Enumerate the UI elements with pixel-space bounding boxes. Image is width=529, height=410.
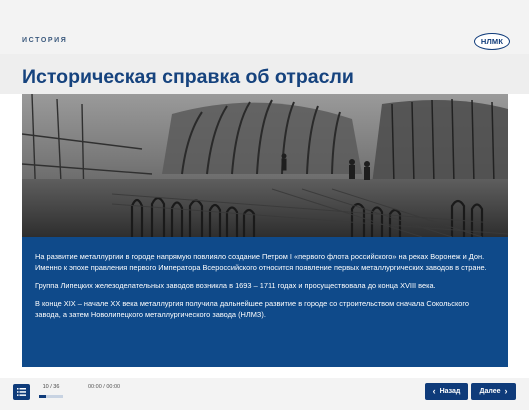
header-bar xyxy=(0,0,529,54)
text-panel: На развитие металлургии в городе напряму… xyxy=(22,237,508,367)
back-button-label: Назад xyxy=(439,388,461,395)
paragraph-2: Группа Липецких железоделательных заводо… xyxy=(35,281,436,290)
next-button-label: Далее xyxy=(479,388,501,395)
back-button[interactable]: ‹ Назад xyxy=(425,383,468,400)
menu-button[interactable] xyxy=(13,384,30,400)
chevron-left-icon: ‹ xyxy=(432,386,436,396)
next-button[interactable]: Далее › xyxy=(471,383,516,400)
logo-text: НЛМК xyxy=(480,37,504,46)
progress-label: 10 / 36 xyxy=(42,384,60,390)
chevron-right-icon: › xyxy=(504,386,508,396)
progress-bar xyxy=(39,395,63,398)
paragraph-3: В конце XIX – начале XX века металлургия… xyxy=(35,299,470,319)
nlmk-logo: НЛМК xyxy=(474,33,510,50)
page-title: Историческая справка об отрасли xyxy=(22,66,354,88)
section-label: ИСТОРИЯ xyxy=(22,37,68,44)
list-menu-icon xyxy=(17,388,26,396)
paragraph-1: На развитие металлургии в городе напряму… xyxy=(35,252,487,272)
media-time: 00:00 / 00:00 xyxy=(88,384,121,390)
progress-fill xyxy=(39,395,46,398)
historical-photo xyxy=(22,94,508,237)
